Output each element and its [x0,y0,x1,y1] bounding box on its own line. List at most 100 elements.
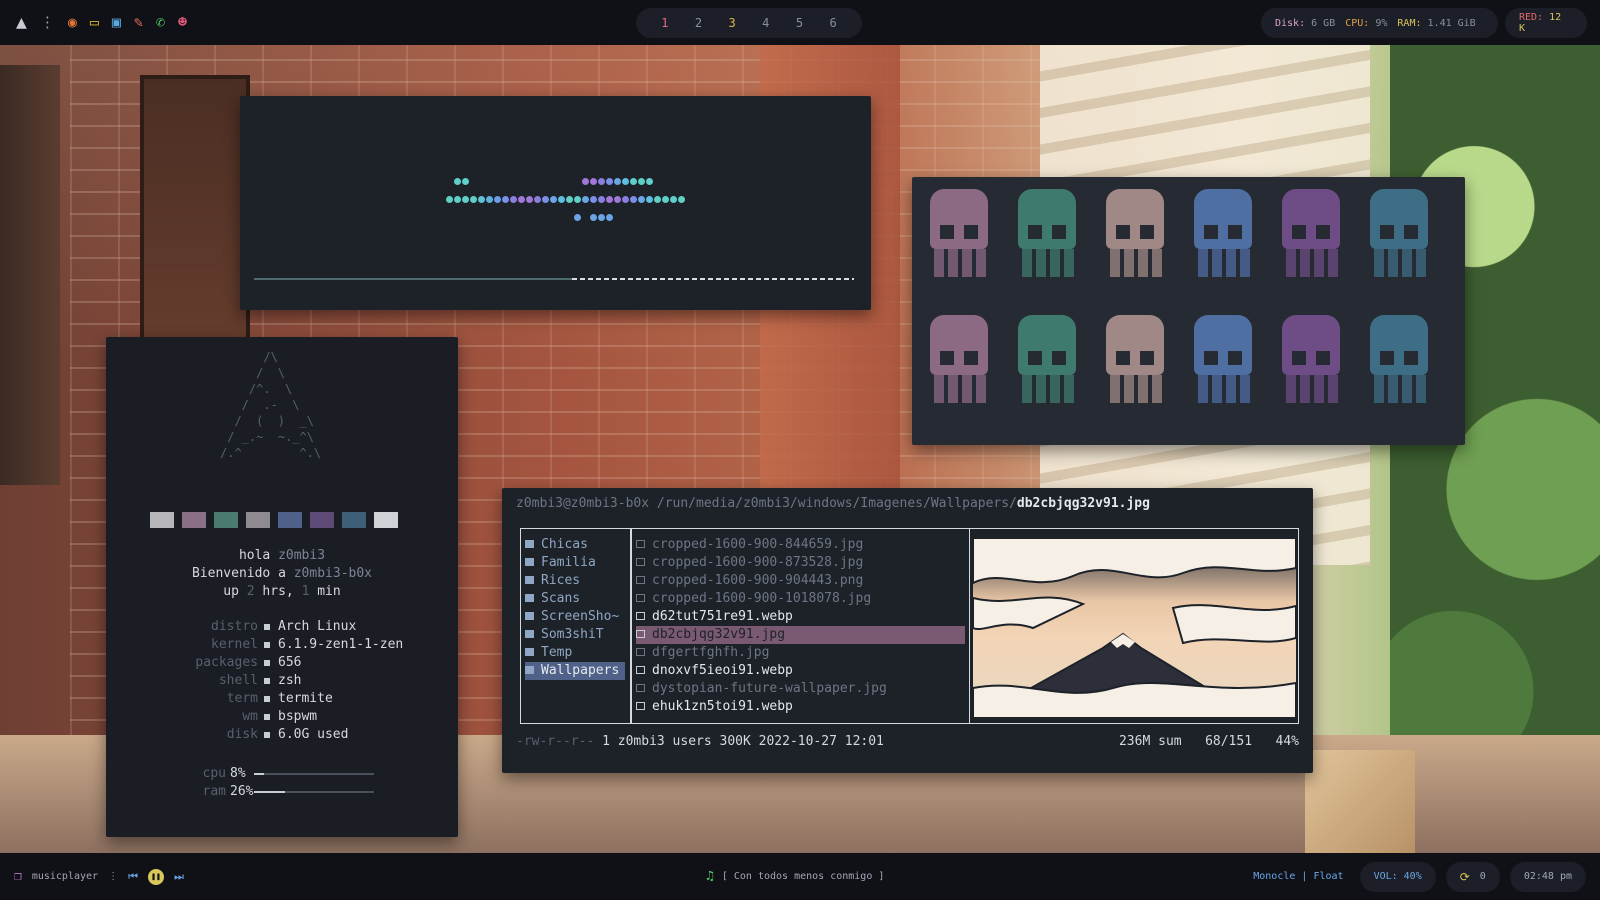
file-item[interactable]: cropped-1600-900-1018078.jpg [636,590,965,608]
file-name: dfgertfghfh.jpg [652,645,770,660]
file-item[interactable]: db2cbjqg32v91.jpg [636,626,965,644]
system-stats: Disk: 6 GB CPU: 9% RAM: 1.41 GiB [1261,8,1498,38]
file-item[interactable]: cropped-1600-900-844659.jpg [636,536,965,554]
clock[interactable]: 02:48 pm [1509,861,1586,892]
folder-icon [525,666,534,674]
uptime-hours: 2 [246,584,255,599]
arch-ascii-logo: /\ / \ /^. \ / .- \ / ( ) _\ / _.~ ~._^\… [220,350,322,460]
music-player-icon[interactable]: ❐ [14,869,22,884]
volume-indicator[interactable]: VOL: 40% [1359,861,1436,892]
file-summary: 236M sum 68/151 44% [1118,734,1299,749]
file-item[interactable]: ehuk1zn5toi91.webp [636,698,965,716]
mountain-preview-image [973,538,1296,718]
info-key: disk [226,727,258,742]
file-name: cropped-1600-900-873528.jpg [652,555,864,570]
file-permissions: -rw-r--r-- [516,734,595,749]
kebab-menu-icon[interactable]: ⋮ [40,15,55,30]
skull-icon [1274,189,1348,279]
file-name: dnoxvf5ieoi91.webp [652,663,793,678]
folder-name: Rices [541,573,581,588]
files-pane: cropped-1600-900-844659.jpg cropped-1600-… [631,528,970,724]
file-name: d62tut751re91.webp [652,609,793,624]
workspace-4[interactable]: 4 [762,16,769,30]
folder-item[interactable]: Wallpapers [525,662,625,680]
uptime-minutes-label: min [317,584,341,599]
audio-visualizer-window[interactable] [240,96,871,310]
bullet-icon [264,660,270,666]
bullet-icon [264,732,270,738]
color-skulls-window[interactable] [912,177,1465,445]
updates-indicator[interactable]: ⟳ 0 [1445,861,1500,892]
image-file-icon [636,576,645,584]
folder-item[interactable]: Rices [525,572,625,590]
folder-item[interactable]: Scans [525,590,625,608]
path-file: db2cbjqg32v91.jpg [1016,496,1150,511]
file-name: cropped-1600-900-904443.png [652,573,864,588]
skull-icon [1362,315,1436,405]
color-swatch [214,512,238,528]
layout-mode[interactable]: Monocle | Float [1253,871,1343,882]
next-track-icon[interactable]: ⏭ [174,870,184,884]
editor-icon[interactable]: ✎ [134,15,143,30]
file-name: dystopian-future-wallpaper.jpg [652,681,887,696]
folder-icon [525,558,534,566]
greeting-user: z0mbi3 [278,548,326,563]
folder-icon [525,630,534,638]
file-manager-window[interactable]: z0mbi3@z0mbi3-b0x /run/media/z0mbi3/wind… [502,488,1313,773]
file-item[interactable]: dnoxvf5ieoi91.webp [636,662,965,680]
uptime-minutes: 1 [301,584,310,599]
terminal-icon[interactable]: ▣ [112,15,121,30]
file-item[interactable]: cropped-1600-900-873528.jpg [636,554,965,572]
music-app-name[interactable]: musicplayer [32,871,98,882]
folder-item[interactable]: Temp [525,644,625,662]
file-item[interactable]: dystopian-future-wallpaper.jpg [636,680,965,698]
image-file-icon [636,702,645,710]
file-item[interactable]: cropped-1600-900-904443.png [636,572,965,590]
color-swatch [374,512,398,528]
kebab-menu-icon[interactable]: ⋮ [108,871,118,882]
folder-icon[interactable]: ▭ [90,15,99,30]
workspace-2[interactable]: 2 [695,16,702,30]
folder-item[interactable]: Familia [525,554,625,572]
folder-icon [525,612,534,620]
image-file-icon [636,666,645,674]
whatsapp-icon[interactable]: ✆ [156,15,165,30]
color-swatches [150,512,398,528]
image-file-icon [636,630,645,638]
folder-item[interactable]: ScreenSho~ [525,608,625,626]
wallpaper-cardboard-box [1305,750,1415,853]
info-key: distro [211,619,258,634]
net-label: RED: [1519,12,1544,23]
discord-icon[interactable]: ☻ [178,15,187,30]
color-swatch [150,512,174,528]
file-info: 1 z0mbi3 users 300K 2022-10-27 12:01 [602,734,884,749]
image-file-icon [636,594,645,602]
folder-item[interactable]: Chicas [525,536,625,554]
browser-icon[interactable]: ◉ [68,15,77,30]
info-value: 6.1.9-zen1-1-zen [278,637,404,652]
workspace-1[interactable]: 1 [661,16,668,30]
skull-icon [1186,315,1260,405]
workspace-6[interactable]: 6 [829,16,836,30]
system-fetch-window[interactable]: /\ / \ /^. \ / .- \ / ( ) _\ / _.~ ~._^\… [106,337,458,837]
image-file-icon [636,648,645,656]
uptime-hours-label: hrs, [262,584,294,599]
bullet-icon [264,642,270,648]
greeting-bienvenido: Bienvenido a [191,566,286,581]
workspace-5[interactable]: 5 [796,16,803,30]
info-key: wm [242,709,258,724]
folder-item[interactable]: Som3shiT [525,626,625,644]
greeting-hola: hola [238,548,271,563]
file-item[interactable]: d62tut751re91.webp [636,608,965,626]
track-progress-bar[interactable] [254,278,854,280]
file-item[interactable]: dfgertfghfh.jpg [636,644,965,662]
folder-icon [525,648,534,656]
arch-logo-icon[interactable]: ▲ [16,13,27,32]
pause-icon[interactable]: ❚❚ [147,868,164,885]
previous-track-icon[interactable]: ⏮ [128,870,138,884]
skull-icon [1098,315,1172,405]
workspace-3[interactable]: 3 [729,16,736,30]
network-stat: RED: 12 K [1505,8,1587,38]
info-value: bspwm [278,709,318,724]
status-area: Monocle | Float VOL: 40% ⟳ 0 02:48 pm [1253,853,1586,900]
